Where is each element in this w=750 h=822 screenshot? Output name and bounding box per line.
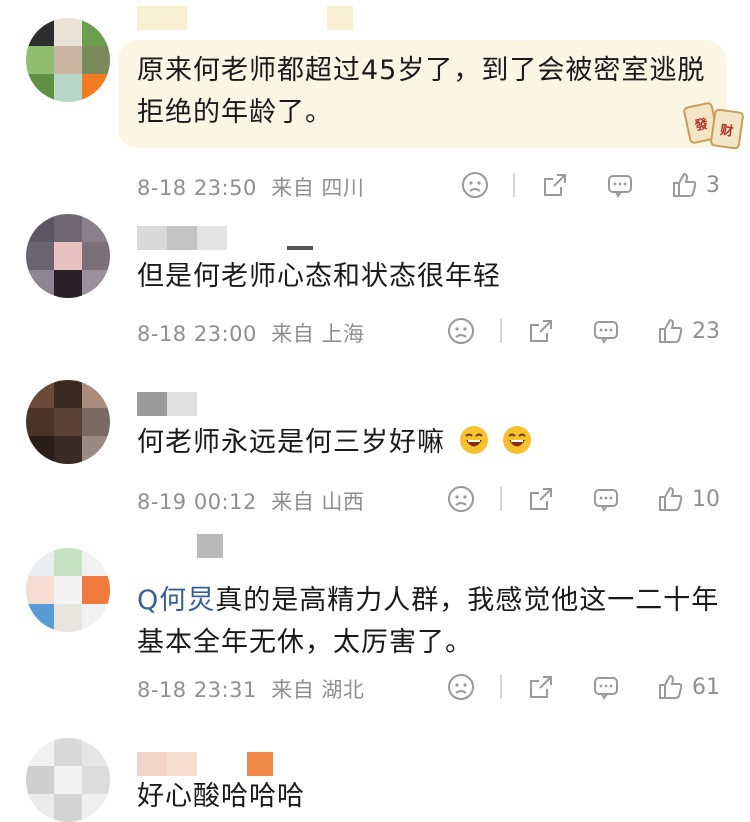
- comment-text: 好心酸哈哈哈: [137, 781, 305, 812]
- avatar[interactable]: [26, 18, 110, 102]
- location: 来自 四川: [271, 176, 365, 200]
- timestamp: 8-18 23:31: [137, 678, 257, 702]
- avatar[interactable]: [26, 380, 110, 464]
- share-icon[interactable]: [527, 672, 555, 702]
- like-button[interactable]: 23: [656, 316, 720, 346]
- frown-icon[interactable]: [447, 316, 475, 346]
- like-count: 3: [706, 172, 720, 198]
- divider: [500, 675, 502, 699]
- like-button[interactable]: 3: [670, 170, 720, 200]
- like-count: 23: [692, 318, 720, 344]
- comment-icon[interactable]: [592, 484, 620, 514]
- like-button[interactable]: 61: [656, 672, 720, 702]
- thumbs-up-icon: [659, 486, 683, 511]
- location: 来自 山西: [271, 490, 365, 514]
- location: 来自 上海: [271, 322, 365, 346]
- share-icon[interactable]: [527, 316, 555, 346]
- username[interactable]: [137, 392, 197, 416]
- username[interactable]: [137, 534, 223, 558]
- comment-text: 但是何老师心态和状态很年轻: [137, 261, 501, 292]
- comment-meta: 8-19 00:12 来自 山西: [137, 486, 364, 516]
- comment-icon[interactable]: [592, 316, 620, 346]
- timestamp: 8-19 00:12: [137, 490, 257, 514]
- thumbs-up-icon: [659, 318, 683, 343]
- username[interactable]: [137, 752, 273, 776]
- comment-meta: 8-18 23:31 来自 湖北: [137, 674, 364, 704]
- laughing-emoji-icon: [459, 426, 488, 454]
- avatar[interactable]: [26, 738, 110, 822]
- location: 来自 湖北: [271, 678, 365, 702]
- comment-icon[interactable]: [592, 672, 620, 702]
- cai-mahjong-tile-icon: 财: [709, 108, 745, 150]
- share-icon[interactable]: [541, 170, 569, 200]
- divider: [500, 487, 502, 511]
- comment-meta: 8-18 23:50 来自 四川: [137, 172, 364, 202]
- timestamp: 8-18 23:50: [137, 176, 257, 200]
- divider: [500, 319, 502, 343]
- timestamp: 8-18 23:00: [137, 322, 257, 346]
- avatar[interactable]: [26, 214, 110, 298]
- frown-icon[interactable]: [447, 672, 475, 702]
- laughing-emoji-icon: [503, 426, 532, 454]
- username[interactable]: [137, 6, 353, 30]
- mention-link[interactable]: Q何炅: [137, 585, 215, 616]
- comment-text: 原来何老师都超过45岁了，到了会被密室逃脱拒绝的年龄了。: [137, 55, 706, 128]
- comment-icon[interactable]: [606, 170, 634, 200]
- comment-text: Q何炅真的是高精力人群，我感觉他这一二十年基本全年无休，太厉害了。: [137, 585, 720, 658]
- thumbs-up-icon: [659, 674, 683, 699]
- comment-text: 何老师永远是何三岁好嘛: [137, 422, 727, 464]
- like-count: 61: [692, 674, 720, 700]
- divider: [513, 173, 515, 197]
- avatar[interactable]: [26, 548, 110, 632]
- comment-meta: 8-18 23:00 来自 上海: [137, 318, 364, 348]
- frown-icon[interactable]: [461, 170, 489, 200]
- share-icon[interactable]: [527, 484, 555, 514]
- thumbs-up-icon: [673, 172, 697, 197]
- like-button[interactable]: 10: [656, 484, 720, 514]
- username[interactable]: [137, 226, 313, 250]
- frown-icon[interactable]: [447, 484, 475, 514]
- like-count: 10: [692, 486, 720, 512]
